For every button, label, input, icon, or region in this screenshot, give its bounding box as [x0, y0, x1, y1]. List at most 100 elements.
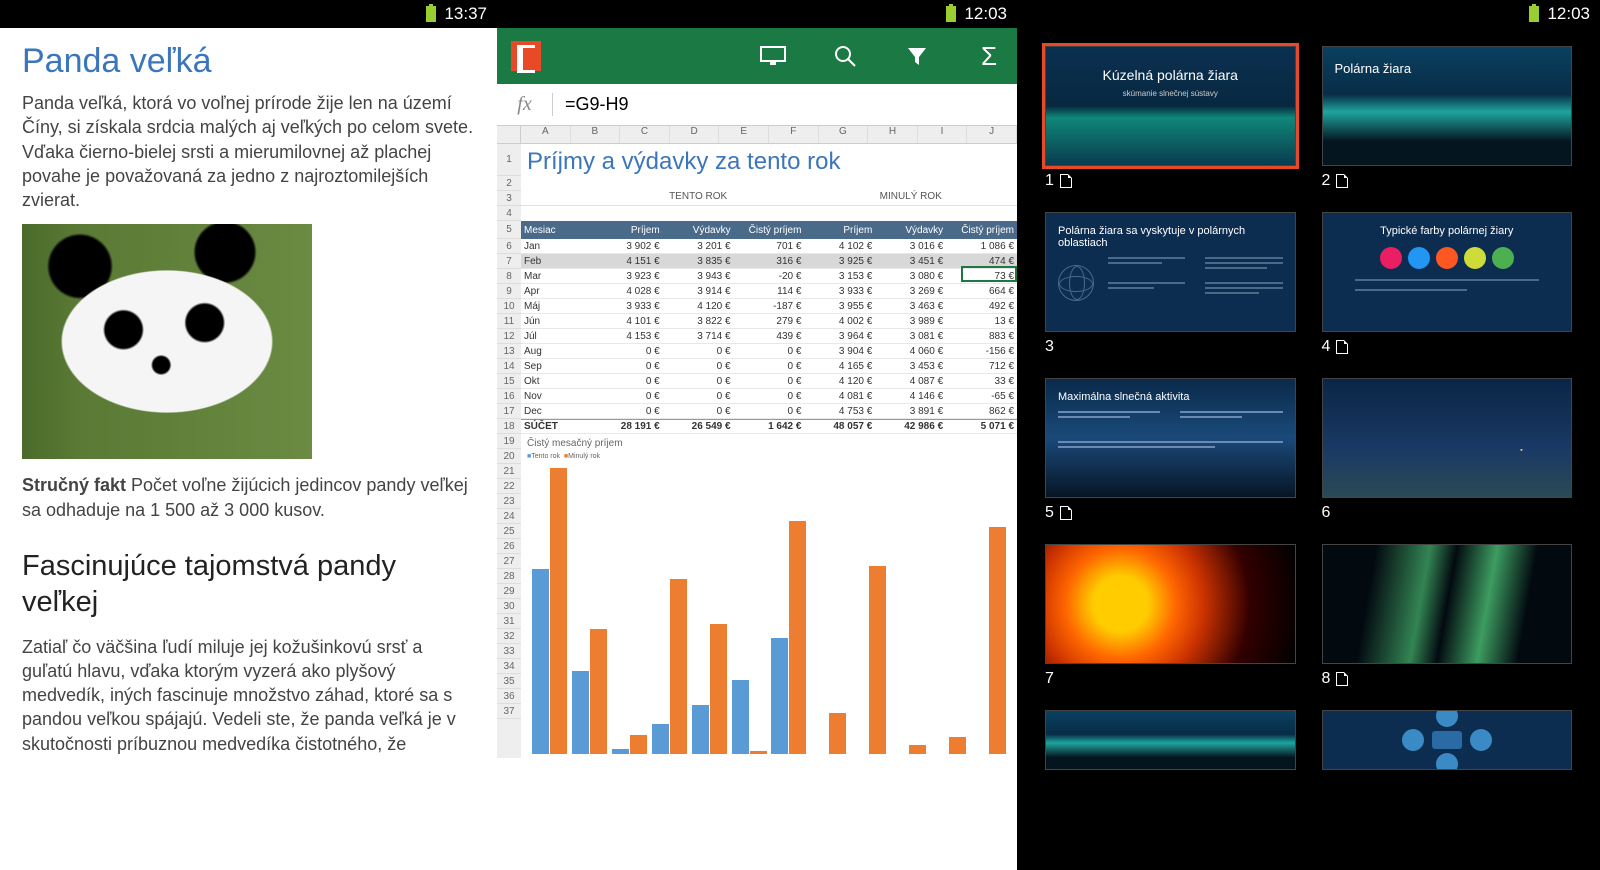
col-header[interactable]: D	[670, 126, 720, 143]
battery-icon	[426, 6, 436, 22]
year-last-label: MINULÝ ROK	[804, 191, 1017, 205]
table-row[interactable]: Jan3 902 €3 201 €701 €4 102 €3 016 €1 08…	[521, 239, 1017, 254]
table-row[interactable]: Mar3 923 €3 943 €-20 €3 153 €3 080 €73 €	[521, 269, 1017, 284]
table-row[interactable]: Okt0 €0 €0 €4 120 €4 087 €33 €	[521, 374, 1017, 389]
table-row[interactable]: Nov0 €0 €0 €4 081 €4 146 €-65 €	[521, 389, 1017, 404]
col-header[interactable]: J	[967, 126, 1017, 143]
slide-item-10[interactable]	[1322, 710, 1573, 770]
chart-title: Čistý mesačný príjem	[527, 438, 1011, 449]
year-header-row: TENTO ROK MINULÝ ROK	[521, 191, 1017, 206]
diagram-icon	[1432, 731, 1462, 749]
slide-item-8[interactable]: 8	[1322, 544, 1573, 688]
year-this-label: TENTO ROK	[592, 191, 805, 205]
bar-group	[531, 464, 569, 754]
slide-grid[interactable]: Kúzelná polárna žiara skúmanie slnečnej …	[1017, 28, 1600, 788]
status-bar: 13:37	[0, 0, 497, 28]
bar-group	[611, 464, 649, 754]
bar-group	[810, 464, 848, 754]
document-body[interactable]: Panda veľká Panda veľká, ktorá vo voľnej…	[0, 28, 497, 782]
col-header[interactable]: A	[521, 126, 571, 143]
slide-title: Kúzelná polárna žiara	[1046, 67, 1295, 83]
table-total-row[interactable]: SÚČET28 191 €26 549 €1 642 €48 057 €42 9…	[521, 419, 1017, 434]
chart-area[interactable]: Čistý mesačný príjem ■Tento rok ■Minulý …	[521, 434, 1017, 758]
table-row[interactable]: Dec0 €0 €0 €4 753 €3 891 €862 €	[521, 404, 1017, 419]
slide-thumb[interactable]: Typické farby polárnej žiary	[1322, 212, 1573, 332]
col-header[interactable]: I	[918, 126, 968, 143]
status-bar: 12:03	[1017, 0, 1600, 28]
sheet-content[interactable]: Príjmy a výdavky za tento rok TENTO ROK …	[521, 144, 1017, 758]
col-header[interactable]: F	[769, 126, 819, 143]
notes-icon	[1060, 506, 1072, 520]
slide-thumb[interactable]	[1322, 710, 1573, 770]
bar-group	[929, 464, 967, 754]
slide-thumb[interactable]: Polárna žiara sa vyskytuje v polárnych o…	[1045, 212, 1296, 332]
col-header[interactable]: H	[868, 126, 918, 143]
slide-item-3[interactable]: Polárna žiara sa vyskytuje v polárnych o…	[1045, 212, 1296, 356]
bar-group	[969, 464, 1007, 754]
filter-icon[interactable]	[903, 42, 931, 70]
slide-item-2[interactable]: Polárna žiara 2	[1322, 46, 1573, 190]
slide-label: 7	[1045, 670, 1296, 688]
display-icon[interactable]	[759, 42, 787, 70]
slide-label: 2	[1322, 172, 1573, 190]
slide-title: Maximálna slnečná aktivita	[1058, 391, 1283, 403]
slide-thumb[interactable]	[1045, 544, 1296, 664]
slide-thumb[interactable]: Maximálna slnečná aktivita	[1045, 378, 1296, 498]
section-heading: Fascinujúce tajomstvá pandy veľkej	[22, 548, 475, 621]
search-icon[interactable]	[831, 42, 859, 70]
slide-title: Typické farby polárnej žiary	[1335, 225, 1560, 237]
excel-app-panel: 12:03 Σ fx A B C D E F G H I J 123456789…	[497, 0, 1017, 870]
slide-label: 4	[1322, 338, 1573, 356]
bar-group	[770, 464, 808, 754]
status-time: 12:03	[1547, 4, 1590, 24]
slide-item-5[interactable]: Maximálna slnečná aktivita 5	[1045, 378, 1296, 522]
fx-icon[interactable]: fx	[497, 93, 553, 116]
panda-image	[22, 224, 312, 459]
slide-thumb[interactable]	[1322, 378, 1573, 498]
bar-group	[730, 464, 768, 754]
slide-item-9[interactable]	[1045, 710, 1296, 770]
battery-icon	[946, 6, 956, 22]
col-header[interactable]: C	[620, 126, 670, 143]
table-row[interactable]: Júl4 153 €3 714 €439 €3 964 €3 081 €883 …	[521, 329, 1017, 344]
status-bar: 12:03	[497, 0, 1017, 28]
slide-item-4[interactable]: Typické farby polárnej žiary 4	[1322, 212, 1573, 356]
bar-group	[690, 464, 728, 754]
table-row[interactable]: Feb4 151 €3 835 €316 €3 925 €3 451 €474 …	[521, 254, 1017, 269]
slide-thumb[interactable]: Polárna žiara	[1322, 46, 1573, 166]
sum-icon[interactable]: Σ	[975, 42, 1003, 70]
slide-title: Polárna žiara	[1335, 61, 1412, 76]
slide-thumb[interactable]: Kúzelná polárna žiara skúmanie slnečnej …	[1045, 46, 1296, 166]
spreadsheet-body[interactable]: 1234567891011121314151617181920212223242…	[497, 144, 1017, 758]
formula-bar: fx	[497, 84, 1017, 126]
powerpoint-app-panel: 12:03 Kúzelná polárna žiara skúmanie sln…	[1017, 0, 1600, 870]
sheet-title-cell[interactable]: Príjmy a výdavky za tento rok	[521, 144, 1017, 176]
slide-label: 5	[1045, 504, 1296, 522]
notes-icon	[1336, 174, 1348, 188]
slide-thumb[interactable]	[1322, 544, 1573, 664]
battery-icon	[1529, 6, 1539, 22]
table-row[interactable]: Apr4 028 €3 914 €114 €3 933 €3 269 €664 …	[521, 284, 1017, 299]
globe-icon	[1058, 265, 1094, 301]
notes-icon	[1060, 174, 1072, 188]
table-header-row: MesiacPríjemVýdavkyČistý príjemPríjemVýd…	[521, 221, 1017, 239]
col-header[interactable]: B	[571, 126, 621, 143]
bar-chart	[527, 464, 1011, 754]
color-dots	[1335, 247, 1560, 269]
row-headers: 1234567891011121314151617181920212223242…	[497, 144, 521, 758]
notes-icon	[1336, 340, 1348, 354]
table-row[interactable]: Máj3 933 €4 120 €-187 €3 955 €3 463 €492…	[521, 299, 1017, 314]
col-header[interactable]: E	[719, 126, 769, 143]
table-row[interactable]: Jún4 101 €3 822 €279 €4 002 €3 989 €13 €	[521, 314, 1017, 329]
col-header[interactable]: G	[819, 126, 869, 143]
slide-thumb[interactable]	[1045, 710, 1296, 770]
table-row[interactable]: Sep0 €0 €0 €4 165 €3 453 €712 €	[521, 359, 1017, 374]
office-logo-icon[interactable]	[511, 41, 541, 71]
bar-group	[571, 464, 609, 754]
formula-input[interactable]	[553, 94, 1017, 115]
slide-item-1[interactable]: Kúzelná polárna žiara skúmanie slnečnej …	[1045, 46, 1296, 190]
slide-item-6[interactable]: 6	[1322, 378, 1573, 522]
fact-paragraph: Stručný fakt Počet voľne žijúcich jedinc…	[22, 473, 475, 522]
slide-item-7[interactable]: 7	[1045, 544, 1296, 688]
table-row[interactable]: Aug0 €0 €0 €3 904 €4 060 €-156 €	[521, 344, 1017, 359]
